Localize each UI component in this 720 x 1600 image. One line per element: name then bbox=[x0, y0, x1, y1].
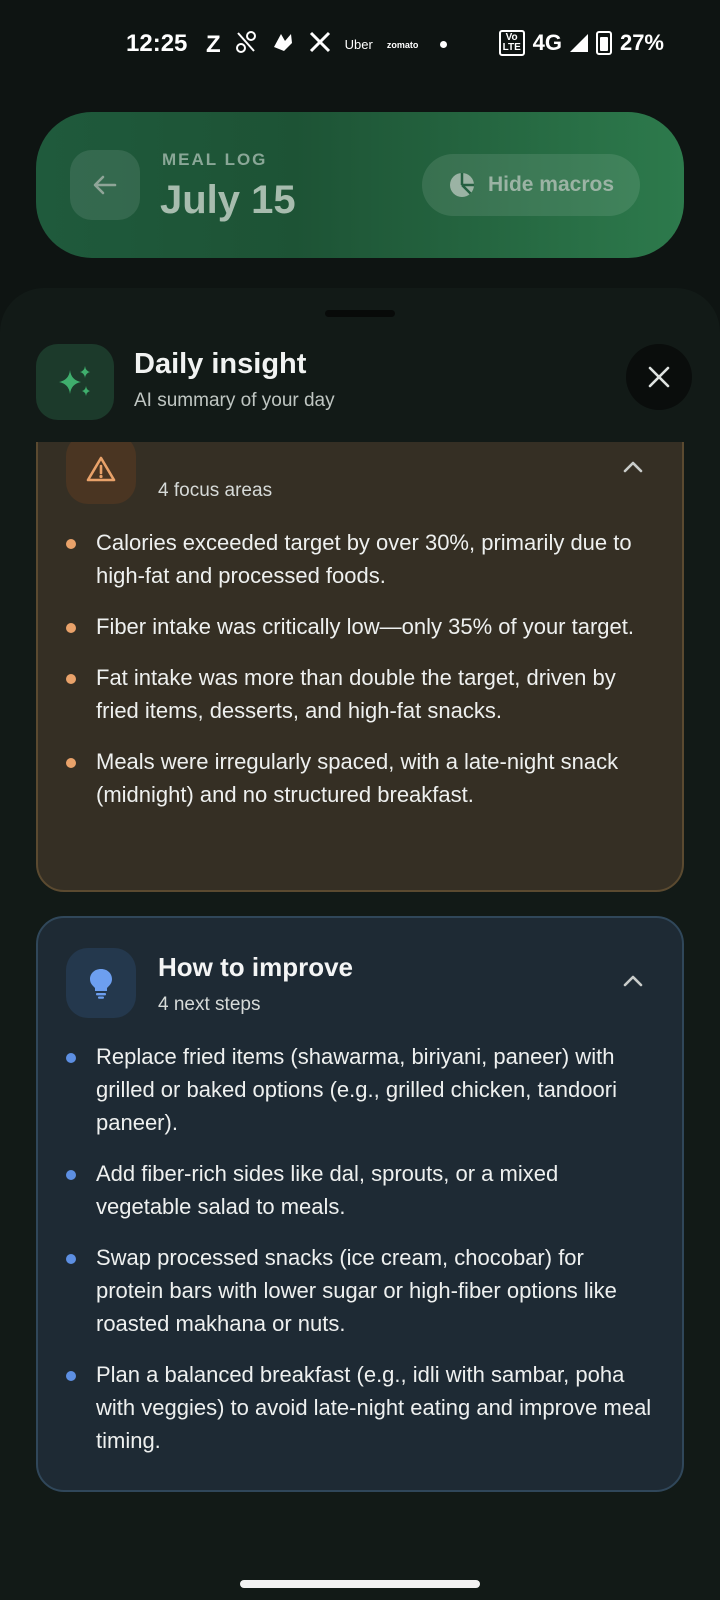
improve-list: Replace fried items (shawarma, biriyani,… bbox=[66, 1040, 656, 1475]
status-time: 12:25 bbox=[126, 30, 188, 57]
system-indicators: Vo LTE 4G 27% bbox=[498, 30, 664, 56]
bullet-dot bbox=[66, 1170, 76, 1180]
how-to-improve-card: How to improve 4 next steps Replace frie… bbox=[36, 916, 684, 1492]
list-item: Swap processed snacks (ice cream, chocob… bbox=[66, 1241, 656, 1340]
improve-count: 4 next steps bbox=[158, 994, 261, 1015]
bullet-dot bbox=[66, 623, 76, 633]
warning-icon bbox=[66, 442, 136, 504]
bullet-dot bbox=[66, 539, 76, 549]
sheet-title: Daily insight bbox=[134, 348, 307, 380]
more-notifications-icon bbox=[440, 41, 448, 48]
meal-log-header: MEAL LOG July 15 Hide macros bbox=[36, 112, 684, 258]
status-bar: 12:25 Z Uber zomato Vo LTE 4G 27% bbox=[0, 0, 720, 90]
focus-areas-card: 4 focus areas Calories exceeded target b… bbox=[36, 442, 684, 892]
header-date: July 15 bbox=[160, 178, 296, 222]
notification-icons: Z Uber zomato bbox=[206, 30, 448, 59]
insight-scroll-area[interactable]: 4 focus areas Calories exceeded target b… bbox=[0, 442, 720, 1542]
bullet-dot bbox=[66, 674, 76, 684]
chevron-up-icon[interactable] bbox=[622, 970, 644, 992]
lightbulb-icon bbox=[66, 948, 136, 1018]
list-item: Replace fried items (shawarma, biriyani,… bbox=[66, 1040, 656, 1139]
close-button[interactable] bbox=[626, 344, 692, 410]
sparkles-icon bbox=[36, 344, 114, 420]
volte-icon: Vo LTE bbox=[498, 30, 525, 56]
x-icon bbox=[309, 31, 331, 58]
pie-chart-icon bbox=[449, 173, 474, 197]
bullet-dot bbox=[66, 1371, 76, 1381]
link-icon bbox=[235, 30, 257, 59]
list-item: Add fiber-rich sides like dal, sprouts, … bbox=[66, 1157, 656, 1223]
bullet-dot bbox=[66, 1254, 76, 1264]
battery-level: 27% bbox=[619, 30, 664, 55]
bullet-dot bbox=[66, 1053, 76, 1063]
uber-icon: Uber bbox=[344, 37, 373, 52]
improve-title: How to improve bbox=[158, 952, 354, 982]
hide-macros-label: Hide macros bbox=[487, 173, 615, 196]
chevron-up-icon[interactable] bbox=[622, 456, 644, 478]
list-item: Calories exceeded target by over 30%, pr… bbox=[66, 526, 656, 592]
home-indicator[interactable] bbox=[240, 1580, 480, 1588]
list-item: Fiber intake was critically low—only 35%… bbox=[66, 610, 656, 643]
app-icon bbox=[271, 31, 295, 58]
network-type: 4G bbox=[532, 30, 562, 55]
focus-list: Calories exceeded target by over 30%, pr… bbox=[66, 526, 656, 829]
battery-icon bbox=[595, 31, 612, 55]
drag-handle[interactable] bbox=[325, 310, 395, 317]
list-item: Plan a balanced breakfast (e.g., idli wi… bbox=[66, 1358, 656, 1457]
arrow-left-icon bbox=[93, 175, 117, 195]
focus-count: 4 focus areas bbox=[158, 480, 273, 501]
header-eyebrow: MEAL LOG bbox=[162, 150, 268, 169]
list-item: Meals were irregularly spaced, with a la… bbox=[66, 745, 656, 811]
close-icon bbox=[648, 366, 670, 388]
zomato-icon: zomato bbox=[386, 39, 419, 50]
bullet-dot bbox=[66, 758, 76, 768]
list-item: Fat intake was more than double the targ… bbox=[66, 661, 656, 727]
sheet-subtitle: AI summary of your day bbox=[134, 390, 335, 411]
back-button[interactable] bbox=[70, 150, 140, 220]
hide-macros-button[interactable]: Hide macros bbox=[422, 154, 640, 216]
signal-icon bbox=[569, 34, 588, 52]
zepto-icon: Z bbox=[206, 30, 221, 58]
